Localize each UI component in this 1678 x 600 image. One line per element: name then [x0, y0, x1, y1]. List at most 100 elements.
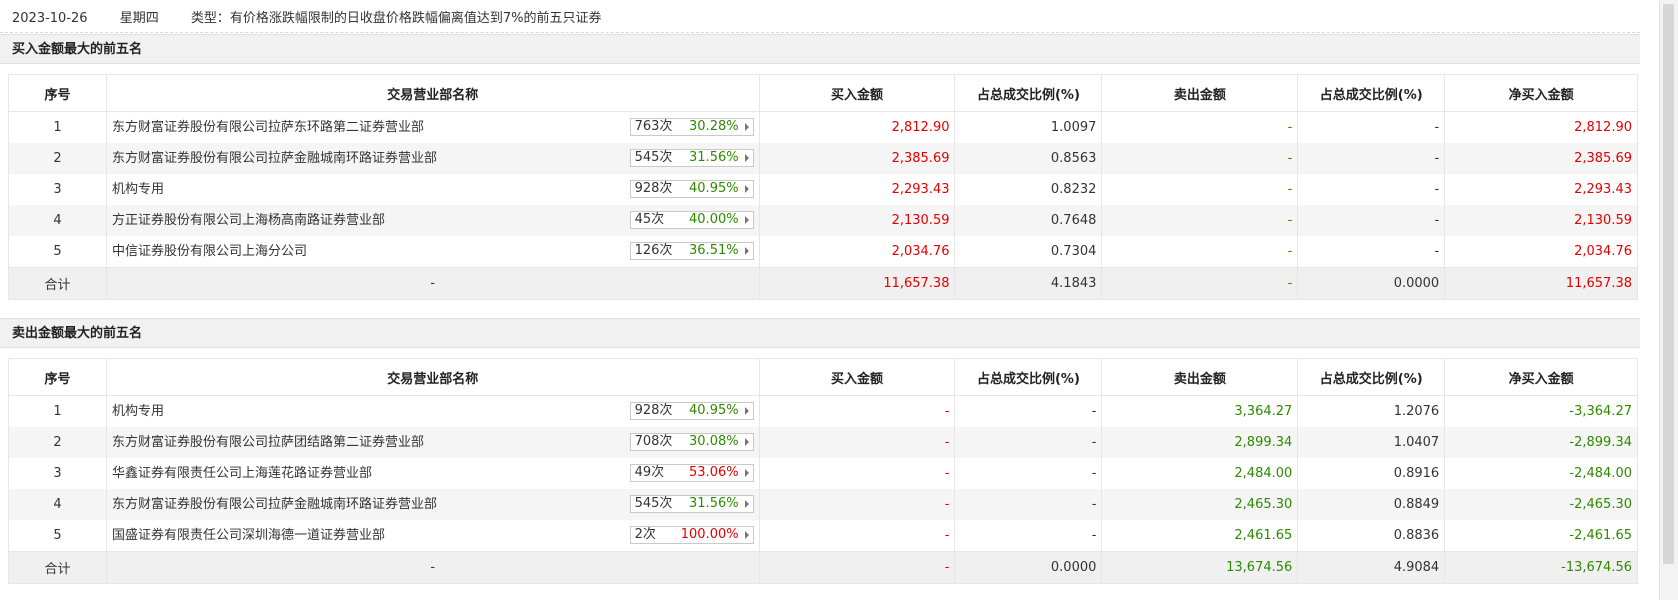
branch-name-link[interactable]: 东方财富证券股份有限公司拉萨金融城南环路证券营业部 [112, 143, 437, 174]
page: 2023-10-26 星期四 类型：有价格涨跌幅限制的日收盘价格跌幅偏离值达到7… [0, 0, 1678, 600]
buy-ratio: - [954, 458, 1103, 489]
buy-table-header: 序号 交易营业部名称 买入金额 占总成交比例(%) 卖出金额 占总成交比例(%)… [8, 74, 1638, 112]
col-buy-amount: 买入金额 [758, 74, 956, 112]
branch-count: 45次 [634, 212, 665, 227]
col-net-amount: 净买入金额 [1444, 74, 1638, 112]
table-row: 5 国盛证券有限责任公司深圳海德一道证券营业部 2次 100.00% - - 2… [8, 520, 1638, 552]
branch-rate: 31.56% [689, 496, 739, 511]
branch-name-link[interactable]: 机构专用 [112, 396, 164, 427]
branch-stat-toggle[interactable]: 45次 40.00% [629, 211, 754, 229]
branch-name-link[interactable]: 国盛证券有限责任公司深圳海德一道证券营业部 [112, 520, 385, 551]
branch-name-link[interactable]: 机构专用 [112, 174, 164, 205]
table-row: 4 东方财富证券股份有限公司拉萨金融城南环路证券营业部 545次 31.56% … [8, 489, 1638, 520]
col-index: 序号 [8, 74, 107, 112]
table-row: 1 机构专用 928次 40.95% - - 3,364.27 1.2076 -… [8, 395, 1638, 427]
sell-section-title: 卖出金额最大的前五名 [0, 318, 1640, 348]
branch-cell: 东方财富证券股份有限公司拉萨团结路第二证券营业部 708次 30.08% [105, 427, 760, 458]
row-index: 1 [8, 111, 107, 143]
branch-cell: 机构专用 928次 40.95% [105, 395, 760, 427]
sell-amount: - [1101, 143, 1299, 174]
row-index: 4 [8, 205, 107, 236]
buy-amount: - [758, 458, 956, 489]
branch-rate: 53.06% [689, 465, 739, 480]
col-net-amount: 净买入金额 [1444, 358, 1638, 396]
net-amount: 2,812.90 [1444, 111, 1638, 143]
row-index: 3 [8, 174, 107, 205]
caret-right-icon [744, 185, 749, 193]
branch-name-link[interactable]: 方正证券股份有限公司上海杨高南路证券营业部 [112, 205, 385, 236]
branch-stat-toggle[interactable]: 708次 30.08% [629, 433, 754, 451]
col-sell-amount: 卖出金额 [1101, 74, 1299, 112]
total-net-amount: -13,674.56 [1444, 551, 1638, 584]
branch-rate: 31.56% [689, 150, 739, 165]
branch-stat-toggle[interactable]: 49次 53.06% [629, 464, 754, 482]
sell-amount: 2,484.00 [1101, 458, 1299, 489]
sell-table: 序号 交易营业部名称 买入金额 占总成交比例(%) 卖出金额 占总成交比例(%)… [8, 358, 1638, 584]
branch-cell: 华鑫证券有限责任公司上海莲花路证券营业部 49次 53.06% [105, 458, 760, 489]
col-buy-ratio: 占总成交比例(%) [954, 74, 1103, 112]
branch-name-link[interactable]: 东方财富证券股份有限公司拉萨金融城南环路证券营业部 [112, 489, 437, 520]
table-row: 3 机构专用 928次 40.95% 2,293.43 0.8232 - - 2… [8, 174, 1638, 205]
branch-name-link[interactable]: 华鑫证券有限责任公司上海莲花路证券营业部 [112, 458, 372, 489]
total-buy-amount: - [758, 551, 956, 584]
total-sell-ratio: 4.9084 [1297, 551, 1446, 584]
row-index: 3 [8, 458, 107, 489]
branch-rate: 30.08% [689, 434, 739, 449]
branch-stat-toggle[interactable]: 545次 31.56% [629, 495, 754, 513]
col-sell-amount: 卖出金额 [1101, 358, 1299, 396]
branch-rate: 40.00% [689, 212, 739, 227]
branch-count: 545次 [634, 496, 673, 511]
branch-stat-toggle[interactable]: 2次 100.00% [629, 526, 754, 544]
caret-right-icon [744, 469, 749, 477]
branch-rate: 30.28% [689, 119, 739, 134]
weekday: 星期四 [119, 11, 159, 26]
sell-amount: 2,461.65 [1101, 520, 1299, 552]
caret-right-icon [744, 154, 749, 162]
branch-cell: 东方财富证券股份有限公司拉萨金融城南环路证券营业部 545次 31.56% [105, 489, 760, 520]
col-buy-ratio: 占总成交比例(%) [954, 358, 1103, 396]
branch-cell: 中信证券股份有限公司上海分公司 126次 36.51% [105, 236, 760, 268]
branch-name-link[interactable]: 东方财富证券股份有限公司拉萨东环路第二证券营业部 [112, 112, 424, 143]
total-branch: - [105, 267, 760, 300]
net-amount: -2,899.34 [1444, 427, 1638, 458]
buy-amount: - [758, 520, 956, 552]
branch-cell: 机构专用 928次 40.95% [105, 174, 760, 205]
branch-rate: 36.51% [689, 243, 739, 258]
buy-amount: - [758, 395, 956, 427]
branch-stat-toggle[interactable]: 928次 40.95% [629, 402, 754, 420]
vertical-scrollbar[interactable] [1659, 0, 1678, 600]
branch-name-link[interactable]: 东方财富证券股份有限公司拉萨团结路第二证券营业部 [112, 427, 424, 458]
net-amount: -2,465.30 [1444, 489, 1638, 520]
col-index: 序号 [8, 358, 107, 396]
branch-cell: 东方财富证券股份有限公司拉萨东环路第二证券营业部 763次 30.28% [105, 111, 760, 143]
branch-rate: 100.00% [680, 527, 739, 542]
buy-ratio: - [954, 520, 1103, 552]
sell-ratio: - [1297, 111, 1446, 143]
sell-ratio: 1.2076 [1297, 395, 1446, 427]
branch-name-link[interactable]: 中信证券股份有限公司上海分公司 [112, 236, 307, 267]
net-amount: 2,130.59 [1444, 205, 1638, 236]
branch-stat-toggle[interactable]: 126次 36.51% [629, 242, 754, 260]
net-amount: 2,385.69 [1444, 143, 1638, 174]
total-row: 合计 - 11,657.38 4.1843 - 0.0000 11,657.38 [8, 267, 1638, 300]
buy-amount: 2,812.90 [758, 111, 956, 143]
net-amount: 2,034.76 [1444, 236, 1638, 268]
caret-right-icon [744, 438, 749, 446]
sell-amount: - [1101, 174, 1299, 205]
total-sell-amount: - [1101, 267, 1299, 300]
branch-count: 928次 [634, 181, 673, 196]
branch-stat-toggle[interactable]: 763次 30.28% [629, 118, 754, 136]
trade-date: 2023-10-26 [12, 11, 88, 26]
branch-cell: 国盛证券有限责任公司深圳海德一道证券营业部 2次 100.00% [105, 520, 760, 552]
scrollbar-thumb[interactable] [1663, 4, 1674, 564]
col-branch-name: 交易营业部名称 [105, 74, 760, 112]
sell-ratio: - [1297, 174, 1446, 205]
buy-amount: 2,130.59 [758, 205, 956, 236]
branch-count: 545次 [634, 150, 673, 165]
row-index: 4 [8, 489, 107, 520]
branch-cell: 方正证券股份有限公司上海杨高南路证券营业部 45次 40.00% [105, 205, 760, 236]
sell-ratio: - [1297, 143, 1446, 174]
sell-amount: - [1101, 236, 1299, 268]
branch-stat-toggle[interactable]: 928次 40.95% [629, 180, 754, 198]
branch-stat-toggle[interactable]: 545次 31.56% [629, 149, 754, 167]
